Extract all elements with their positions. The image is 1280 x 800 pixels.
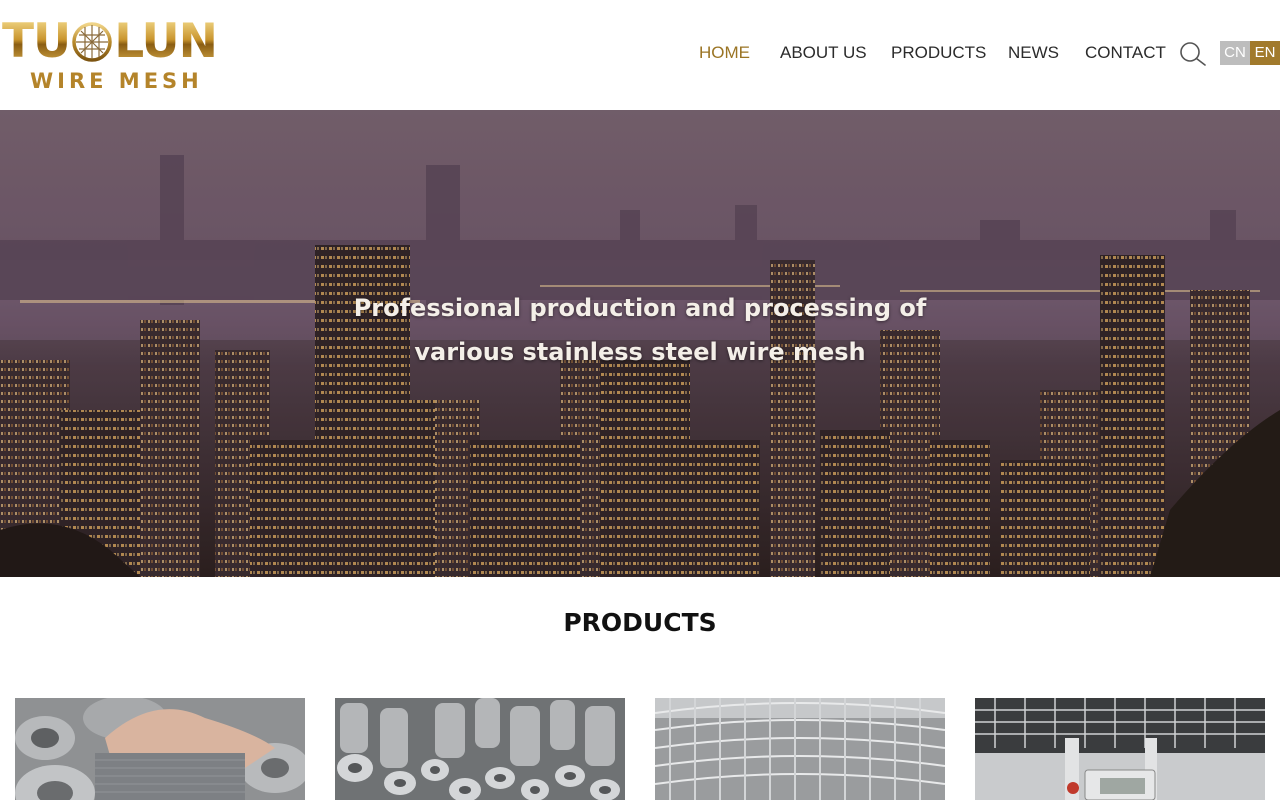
nav-item-news[interactable]: NEWS bbox=[1008, 40, 1059, 66]
globe-mesh-icon bbox=[72, 22, 112, 62]
products-section-title: PRODUCTS bbox=[563, 608, 717, 637]
product-image-mesh-rolls-hand bbox=[15, 698, 305, 800]
search-icon bbox=[1180, 42, 1206, 66]
hero-headline-line1: Professional production and processing o… bbox=[353, 294, 927, 322]
hero-headline-line2: various stainless steel wire mesh bbox=[414, 338, 866, 366]
product-card[interactable] bbox=[15, 698, 305, 800]
hero-headline: Professional production and processing o… bbox=[340, 286, 940, 374]
site-header: TU LUN WIRE MESH HOME ABOUT US PRODUCTS … bbox=[0, 0, 1280, 110]
nav-item-about-us[interactable]: ABOUT US bbox=[780, 40, 867, 66]
product-image-caliper-measurement bbox=[975, 698, 1265, 800]
lang-cn-button[interactable]: CN bbox=[1220, 41, 1250, 65]
nav-item-contact[interactable]: CONTACT bbox=[1085, 40, 1166, 66]
product-card[interactable] bbox=[975, 698, 1265, 800]
lang-en-button[interactable]: EN bbox=[1250, 41, 1280, 65]
logo-text-left: TU bbox=[2, 14, 71, 69]
hero-banner: Professional production and processing o… bbox=[0, 110, 1280, 577]
logo-wordmark: TU LUN bbox=[2, 14, 218, 69]
product-card[interactable] bbox=[655, 698, 945, 800]
logo-subtitle: WIRE MESH bbox=[30, 69, 203, 93]
product-image-stacked-rolls bbox=[335, 698, 625, 800]
search-button[interactable] bbox=[1178, 40, 1208, 66]
nav-item-products[interactable]: PRODUCTS bbox=[891, 40, 986, 66]
logo-text-right: LUN bbox=[114, 14, 218, 69]
brand-logo[interactable]: TU LUN WIRE MESH bbox=[2, 18, 234, 94]
product-card[interactable] bbox=[335, 698, 625, 800]
product-image-welded-mesh-roll bbox=[655, 698, 945, 800]
nav-item-home[interactable]: HOME bbox=[699, 40, 750, 66]
